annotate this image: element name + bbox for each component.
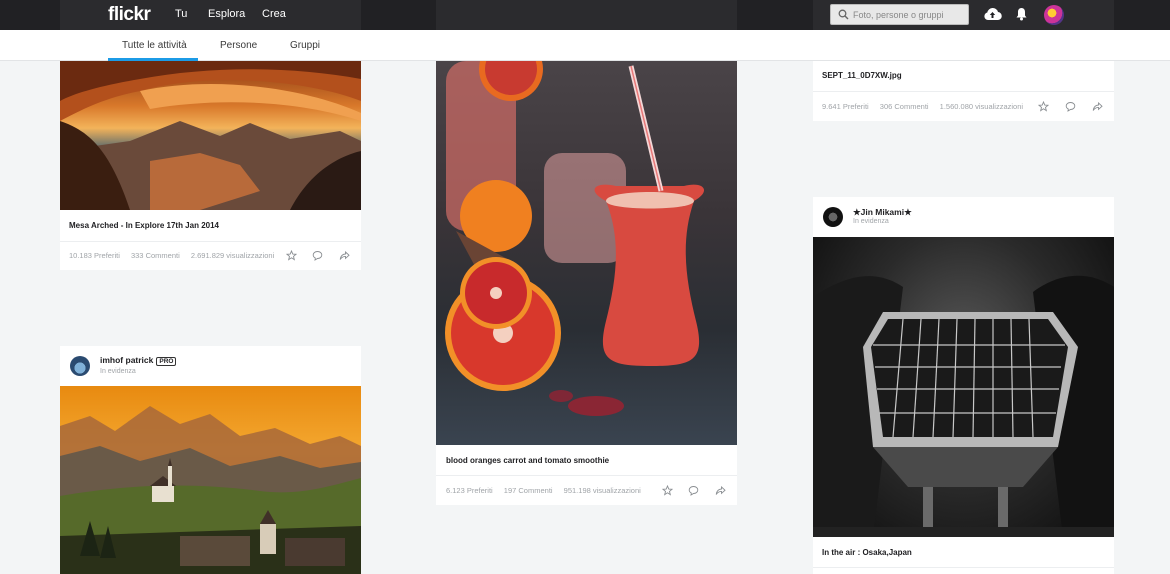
photo-stats: 9.641 Preferiti 306 Commenti 1.560.080 v… [822,102,1032,111]
featured-label: In evidenza [853,218,889,225]
photo-smoothie[interactable] [436,61,737,445]
photo-stats: 6.123 Preferiti 197 Commenti 951.198 vis… [446,486,650,495]
user-name[interactable]: ★Jin Mikami★ [853,207,912,218]
share-icon[interactable] [1092,101,1103,112]
comment-icon[interactable] [688,485,699,496]
user-avatar[interactable] [1044,5,1064,25]
views-count: 2.691.829 visualizzazioni [190,251,275,260]
share-icon[interactable] [715,485,726,496]
photo-card-jin: ★Jin Mikami★ In evidenza In the air : Os… [813,197,1114,574]
photo-caption[interactable]: In the air : Osaka,Japan [822,548,912,557]
photo-card-imhof: imhof patrick PRO In evidenza [60,346,361,574]
photo-caption[interactable]: SEPT_11_0D7XW.jpg [822,71,902,80]
tab-gruppi[interactable]: Gruppi [290,40,320,51]
comment-icon[interactable] [1065,101,1076,112]
photo-smoothie-art [445,61,705,416]
search-box[interactable] [830,4,969,25]
pro-badge: PRO [156,357,177,366]
photo-caption[interactable]: Mesa Arched - In Explore 17th Jan 2014 [69,221,219,230]
photo-mesa-arch[interactable] [60,61,361,210]
featured-label: In evidenza [100,368,136,375]
comment-icon[interactable] [312,250,323,261]
photo-osaka-art [813,275,1114,537]
tab-persone[interactable]: Persone [220,40,257,51]
user-avatar-imhof[interactable] [70,356,90,376]
photo-mesa-art [60,61,361,210]
user-avatar-jin[interactable] [823,207,843,227]
views-count: 1.560.080 visualizzazioni [939,102,1024,111]
search-icon [838,9,849,20]
card-divider [60,241,361,242]
bell-icon[interactable] [1015,7,1028,21]
nav-tu[interactable]: Tu [175,8,187,20]
upload-icon[interactable] [983,7,1002,21]
search-input[interactable] [853,7,965,22]
activity-tabs: Tutte le attività Persone Gruppi [0,30,1170,61]
star-icon[interactable] [662,485,673,496]
favorites-count: 10.183 Preferiti [69,251,120,260]
user-name-text: imhof patrick [100,355,154,365]
top-navigation-bar: flickr Tu Esplora Crea [0,0,1170,30]
favorites-count: 9.641 Preferiti [822,102,869,111]
nav-crea[interactable]: Crea [262,8,286,20]
photo-card-mesa: Mesa Arched - In Explore 17th Jan 2014 1… [60,61,361,270]
comments-count: 306 Commenti [879,102,929,111]
flickr-logo[interactable]: flickr [108,4,151,26]
card-divider [813,91,1114,92]
header-backdrop [436,0,737,30]
comments-count: 333 Commenti [130,251,180,260]
views-count: 951.198 visualizzazioni [563,486,641,495]
star-icon[interactable] [1038,101,1049,112]
user-name[interactable]: imhof patrick PRO [100,355,177,366]
share-icon[interactable] [339,250,350,261]
comments-count: 197 Commenti [503,486,553,495]
favorites-count: 6.123 Preferiti [446,486,493,495]
star-icon[interactable] [286,250,297,261]
photo-alps-village[interactable] [60,386,361,574]
card-divider [813,567,1114,568]
photo-caption[interactable]: blood oranges carrot and tomato smoothie [446,456,609,465]
photo-card-smoothie: blood oranges carrot and tomato smoothie… [436,61,737,505]
photo-card-sept: SEPT_11_0D7XW.jpg 9.641 Preferiti 306 Co… [813,61,1114,121]
photo-stats: 10.183 Preferiti 333 Commenti 2.691.829 … [69,251,283,260]
card-divider [436,475,737,476]
photo-osaka-building[interactable] [813,237,1114,537]
tab-tutte-le-attivita[interactable]: Tutte le attività [122,40,187,51]
photo-alps-art [60,406,361,574]
nav-esplora[interactable]: Esplora [208,8,245,20]
